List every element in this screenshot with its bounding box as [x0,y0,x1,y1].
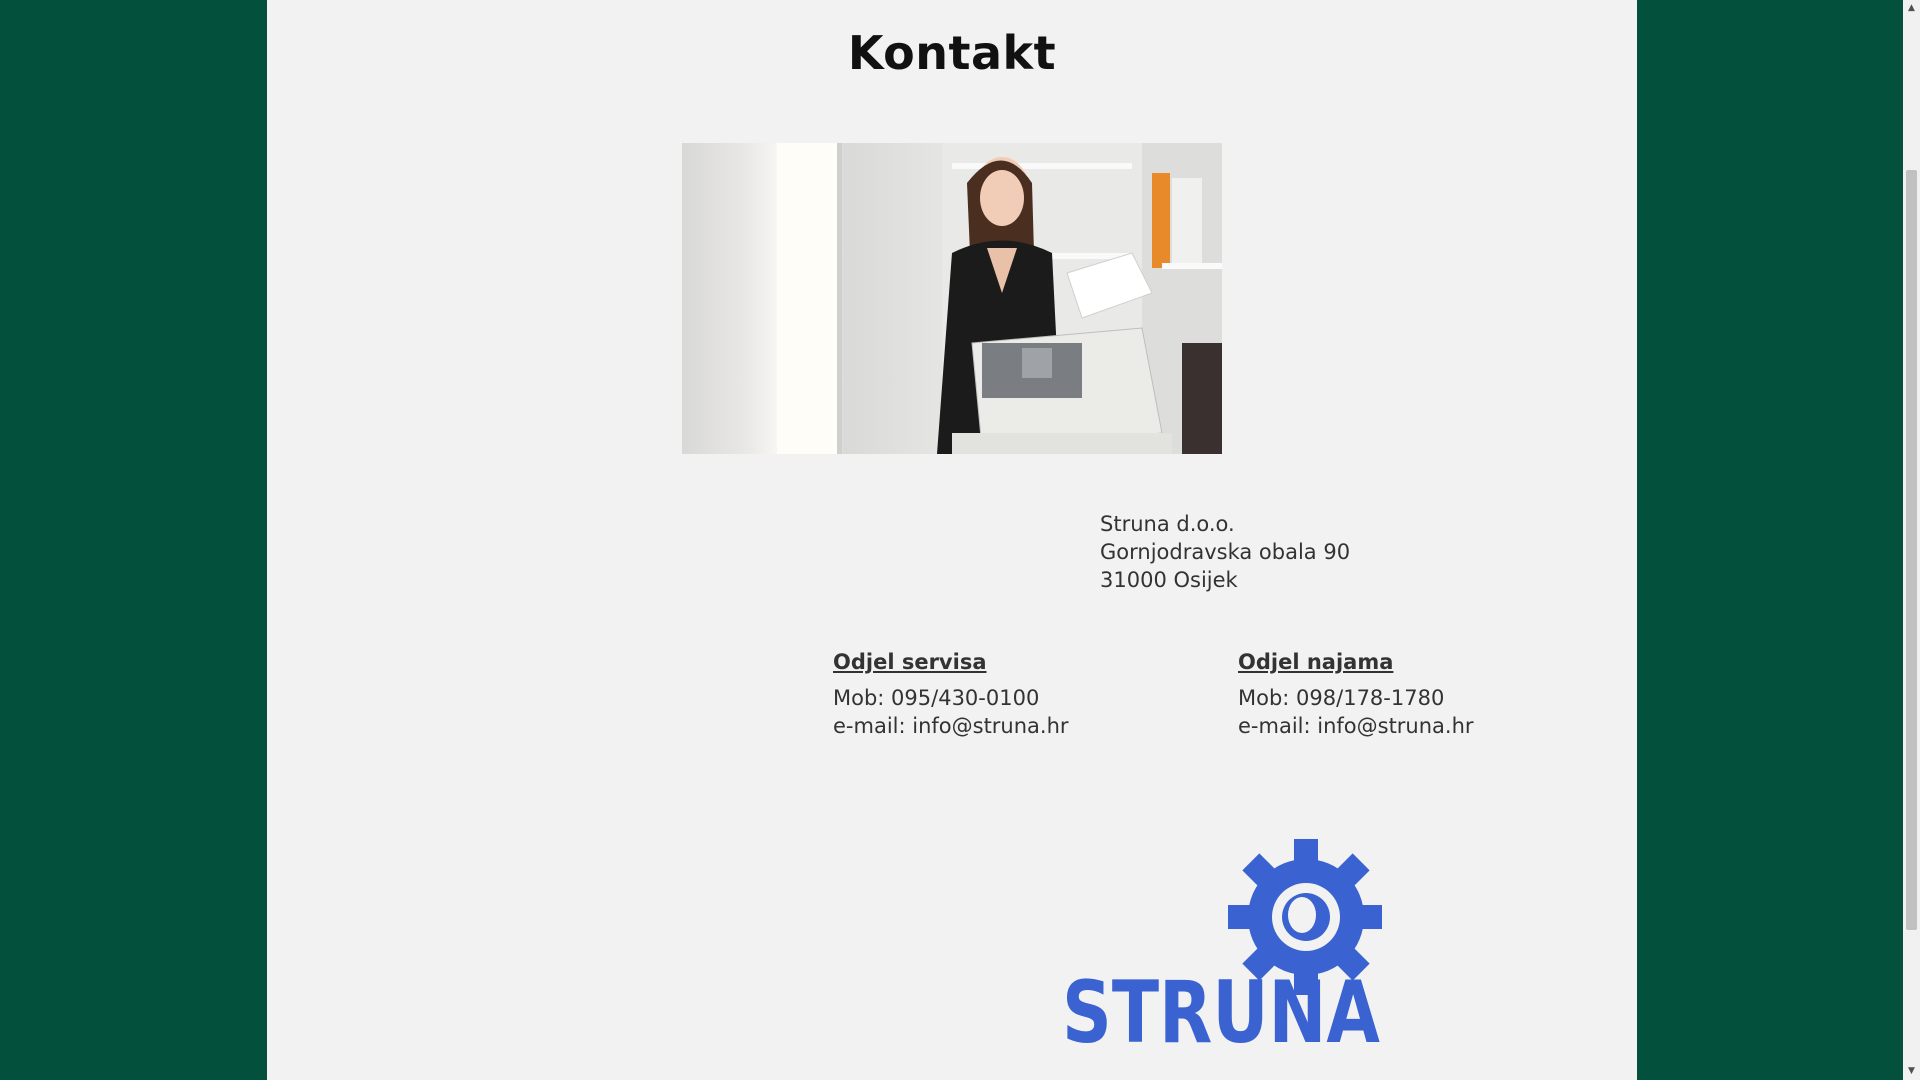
scroll-down-icon[interactable]: ▼ [1903,1063,1920,1080]
service-email: e-mail: info@struna.hr [833,714,1069,738]
city-address: 31000 Osijek [1100,568,1238,592]
scroll-thumb[interactable] [1906,170,1917,930]
struna-logo: STRUNA [1062,805,1384,1063]
page-title: Kontakt [847,26,1057,80]
company-name: Struna d.o.o. [1100,512,1235,536]
vertical-scrollbar[interactable]: ▲ ▼ [1903,0,1920,1080]
service-department: Odjel servisa Mob: 095/430-0100 e-mail: … [833,650,1193,740]
rental-email: e-mail: info@struna.hr [1238,714,1474,738]
service-phone: Mob: 095/430-0100 [833,686,1040,710]
content-panel: Kontakt Struna d.o.o. Gornjodravska obal… [267,0,1637,1080]
company-address: Struna d.o.o. Gornjodravska obala 90 310… [1100,510,1350,594]
street-address: Gornjodravska obala 90 [1100,540,1351,564]
service-department-title: Odjel servisa [833,650,987,674]
scroll-up-icon[interactable]: ▲ [1903,0,1920,17]
rental-phone: Mob: 098/178-1780 [1238,686,1445,710]
office-photo [682,143,1222,454]
rental-department-title: Odjel najama [1238,650,1394,674]
rental-department: Odjel najama Mob: 098/178-1780 e-mail: i… [1238,650,1598,740]
logo-wordmark: STRUNA [1062,963,1380,1045]
